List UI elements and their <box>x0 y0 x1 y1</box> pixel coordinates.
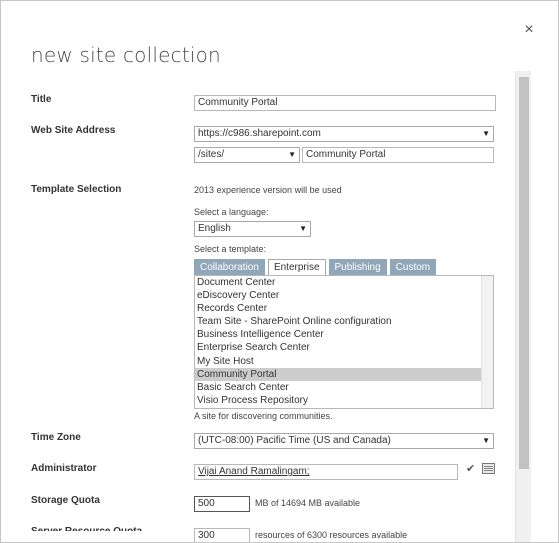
template-list-scrollbar[interactable] <box>481 276 493 408</box>
template-item[interactable]: Enterprise Search Center <box>195 341 481 354</box>
server-resource-quota-input[interactable]: 300 <box>194 528 250 542</box>
template-item-selected[interactable]: Community Portal <box>195 367 481 381</box>
domain-select[interactable]: https://c986.sharepoint.com ▼ <box>194 126 494 142</box>
template-item[interactable]: eDiscovery Center <box>195 289 481 302</box>
domain-value: https://c986.sharepoint.com <box>198 128 321 139</box>
site-path-input[interactable]: Community Portal <box>302 147 494 163</box>
tab-custom[interactable]: Custom <box>389 259 437 276</box>
tab-collaboration[interactable]: Collaboration <box>194 259 265 276</box>
storage-quota-label: Storage Quota <box>31 495 100 506</box>
template-item[interactable]: Visio Process Repository <box>195 394 481 407</box>
title-label: Title <box>31 94 52 105</box>
administrator-actions: ✔ <box>466 462 496 476</box>
dialog-scroll-thumb[interactable] <box>519 77 529 469</box>
storage-quota-suffix: MB of 14694 MB available <box>255 498 361 508</box>
people-picker-icon[interactable]: ✔ <box>466 462 480 476</box>
template-item[interactable]: Basic Search Center <box>195 381 481 394</box>
chevron-down-icon: ▼ <box>482 436 490 445</box>
template-tabs: Collaboration Enterprise Publishing Cust… <box>194 259 437 276</box>
server-resource-quota-suffix: resources of 6300 resources available <box>255 530 408 540</box>
path-prefix-value: /sites/ <box>198 149 225 160</box>
server-resource-quota-label: Server Resource Quota <box>31 526 143 537</box>
chevron-down-icon: ▼ <box>288 150 296 159</box>
template-selection-label: Template Selection <box>31 184 122 195</box>
template-item[interactable]: Records Center <box>195 302 481 315</box>
new-site-collection-dialog: × new site collection Title Community Po… <box>0 0 559 543</box>
chevron-down-icon: ▼ <box>299 224 307 233</box>
title-input[interactable]: Community Portal <box>194 95 496 111</box>
address-book-icon[interactable] <box>482 463 495 474</box>
administrator-label: Administrator <box>31 463 97 474</box>
experience-note: 2013 experience version will be used <box>194 185 342 195</box>
tab-publishing[interactable]: Publishing <box>328 259 387 276</box>
tab-enterprise[interactable]: Enterprise <box>267 259 326 276</box>
path-prefix-select[interactable]: /sites/ ▼ <box>194 147 300 163</box>
close-icon[interactable]: × <box>521 20 537 40</box>
language-label: Select a language: <box>194 207 269 217</box>
dialog-title: new site collection <box>31 43 221 67</box>
template-item[interactable]: My Site Host <box>195 355 481 368</box>
language-select[interactable]: English ▼ <box>194 221 311 237</box>
template-item[interactable]: Document Center <box>195 276 481 289</box>
web-site-address-label: Web Site Address <box>31 125 116 136</box>
template-item[interactable]: Team Site - SharePoint Online configurat… <box>195 315 481 328</box>
storage-quota-input[interactable]: 500 <box>194 496 250 512</box>
language-value: English <box>198 223 231 234</box>
template-description: A site for discovering communities. <box>194 411 333 421</box>
template-item[interactable]: Business Intelligence Center <box>195 328 481 341</box>
dialog-scrollbar[interactable] <box>515 71 531 542</box>
chevron-down-icon: ▼ <box>482 129 490 138</box>
time-zone-label: Time Zone <box>31 432 81 443</box>
administrator-input[interactable]: Vijai Anand Ramalingam; <box>194 464 458 480</box>
template-label: Select a template: <box>194 244 267 254</box>
time-zone-value: (UTC-08:00) Pacific Time (US and Canada) <box>198 435 391 446</box>
administrator-name: Vijai Anand Ramalingam; <box>198 466 310 477</box>
template-list[interactable]: Document Center eDiscovery Center Record… <box>194 275 494 409</box>
time-zone-select[interactable]: (UTC-08:00) Pacific Time (US and Canada)… <box>194 433 494 449</box>
